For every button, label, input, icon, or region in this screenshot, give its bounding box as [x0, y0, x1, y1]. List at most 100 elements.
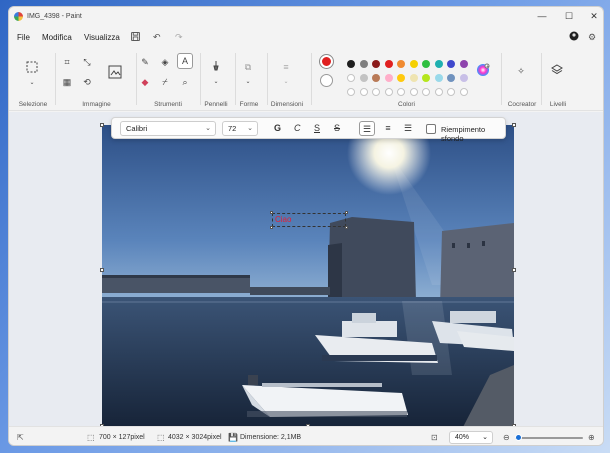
crop-icon[interactable]: ⌗ — [60, 55, 74, 69]
color-picker-icon[interactable]: ⌿ — [158, 75, 172, 89]
minimize-button[interactable]: — — [535, 10, 549, 22]
palette-swatch[interactable] — [422, 60, 430, 68]
redo-icon[interactable]: ↷ — [175, 32, 183, 43]
palette-swatch[interactable] — [372, 74, 380, 82]
save-icon[interactable] — [131, 31, 140, 43]
background-remove-icon[interactable]: ▦ — [60, 75, 74, 89]
text-box[interactable]: Ciao — [270, 211, 348, 229]
edit-colors-icon[interactable]: + — [475, 63, 491, 79]
palette-swatch[interactable] — [434, 74, 443, 82]
ribbon-divider — [501, 53, 502, 105]
account-avatar-icon[interactable] — [569, 31, 579, 43]
font-size-select[interactable]: 72 ⌄ — [222, 121, 258, 136]
menu-file[interactable]: File — [17, 33, 30, 42]
palette-swatch[interactable] — [347, 74, 355, 82]
text-tool-icon[interactable]: A — [177, 53, 193, 69]
brush-icon[interactable] — [209, 60, 223, 74]
custom-color-slot[interactable] — [434, 88, 443, 96]
selection-chevron-down-icon[interactable]: ⌄ — [25, 76, 39, 90]
custom-color-slot[interactable] — [422, 88, 430, 96]
fill-bucket-icon[interactable]: ◈ — [158, 55, 172, 69]
custom-color-slot[interactable] — [384, 88, 393, 96]
canvas-photo[interactable] — [102, 125, 514, 429]
shapes-icon[interactable]: ⧉ — [241, 60, 255, 74]
bold-button[interactable]: G — [274, 123, 281, 133]
close-button[interactable]: ✕ — [587, 10, 601, 22]
custom-color-slot[interactable] — [409, 88, 418, 96]
eraser-icon[interactable]: ◆ — [138, 75, 152, 89]
align-center-icon[interactable]: ≡ — [380, 121, 396, 136]
image-select-icon[interactable] — [107, 65, 123, 81]
resize-handle-top-right[interactable] — [512, 123, 516, 127]
palette-swatch[interactable] — [384, 60, 393, 68]
resize-handle-left[interactable] — [100, 268, 104, 272]
cocreator-sparkle-icon[interactable]: ✧ — [514, 64, 528, 78]
rotate-icon[interactable]: ⟲ — [80, 75, 94, 89]
size-chevron-down-icon[interactable]: ⌄ — [279, 75, 293, 89]
zoom-select[interactable]: 40% ⌄ — [449, 431, 493, 444]
text-handle-top-right[interactable] — [345, 211, 348, 214]
text-handle-top-left[interactable] — [270, 211, 273, 214]
custom-color-slot[interactable] — [447, 88, 455, 96]
menu-edit[interactable]: Modifica — [42, 33, 72, 42]
text-handle-bottom-left[interactable] — [270, 226, 273, 229]
align-left-icon[interactable]: ☰ — [359, 121, 375, 136]
ribbon: ⌄ Selezione ⌗ ⤡ ▦ ⟲ Immagine ✎ ◈ A ◆ ⌿ ⌕… — [9, 47, 603, 111]
custom-color-slot[interactable] — [347, 88, 355, 96]
palette-swatch[interactable] — [447, 74, 455, 82]
palette-swatch[interactable] — [459, 74, 468, 82]
resize-handle-right[interactable] — [512, 268, 516, 272]
fit-to-window-icon[interactable]: ⊡ — [431, 433, 438, 442]
tools-group-label: Strumenti — [154, 101, 182, 108]
settings-gear-icon[interactable]: ⚙ — [588, 32, 596, 43]
palette-swatch[interactable] — [422, 74, 430, 82]
palette-swatch[interactable] — [397, 60, 405, 68]
image-size-icon: ⬚ — [157, 433, 165, 442]
fill-background-checkbox[interactable] — [426, 124, 436, 134]
zoom-slider-track[interactable] — [515, 437, 583, 439]
text-format-toolbar: Calibri ⌄ 72 ⌄ G C S S ☰ ≡ ☰ Riempimento… — [111, 117, 506, 143]
maximize-button[interactable]: ☐ — [562, 10, 576, 22]
custom-color-slot[interactable] — [397, 88, 405, 96]
file-size-icon: 💾 — [228, 433, 238, 442]
italic-button[interactable]: C — [294, 123, 301, 133]
palette-swatch[interactable] — [459, 60, 468, 68]
zoom-out-icon[interactable]: ⊖ — [503, 433, 510, 442]
brushes-chevron-down-icon[interactable]: ⌄ — [209, 75, 223, 89]
selection-tool-icon[interactable] — [24, 61, 39, 76]
resize-handle-top-left[interactable] — [100, 123, 104, 127]
underline-button[interactable]: S — [314, 123, 320, 133]
text-handle-bottom-right[interactable] — [345, 226, 348, 229]
chevron-down-icon: ⌄ — [247, 125, 253, 132]
custom-color-slot[interactable] — [359, 88, 368, 96]
layers-icon[interactable] — [550, 64, 564, 78]
palette-swatch[interactable] — [434, 60, 443, 68]
secondary-color-swatch[interactable] — [320, 74, 333, 87]
custom-color-slot[interactable] — [372, 88, 380, 96]
strikethrough-button[interactable]: S — [334, 123, 340, 133]
palette-swatch[interactable] — [359, 74, 368, 82]
pencil-icon[interactable]: ✎ — [138, 55, 152, 69]
zoom-in-icon[interactable]: ⊕ — [588, 433, 595, 442]
palette-swatch[interactable] — [372, 60, 380, 68]
primary-color-swatch[interactable] — [320, 55, 333, 68]
menu-view[interactable]: Visualizza — [84, 33, 120, 42]
shapes-chevron-down-icon[interactable]: ⌄ — [241, 75, 255, 89]
palette-swatch[interactable] — [347, 60, 355, 68]
zoom-slider-thumb[interactable] — [514, 434, 522, 441]
palette-swatch[interactable] — [397, 74, 405, 82]
align-right-icon[interactable]: ☰ — [400, 121, 416, 136]
magnifier-icon[interactable]: ⌕ — [178, 75, 192, 89]
undo-icon[interactable]: ↶ — [153, 32, 161, 43]
resize-icon[interactable]: ⤡ — [80, 55, 94, 69]
palette-swatch[interactable] — [409, 60, 418, 68]
zoom-value: 40% — [455, 434, 470, 441]
palette-swatch[interactable] — [447, 60, 455, 68]
palette-swatch[interactable] — [359, 60, 368, 68]
stroke-size-icon[interactable]: ≡ — [279, 60, 293, 74]
font-family-select[interactable]: Calibri ⌄ — [120, 121, 216, 136]
colors-group-label: Colori — [398, 101, 415, 108]
palette-swatch[interactable] — [409, 74, 418, 82]
custom-color-slot[interactable] — [459, 88, 468, 96]
palette-swatch[interactable] — [384, 74, 393, 82]
